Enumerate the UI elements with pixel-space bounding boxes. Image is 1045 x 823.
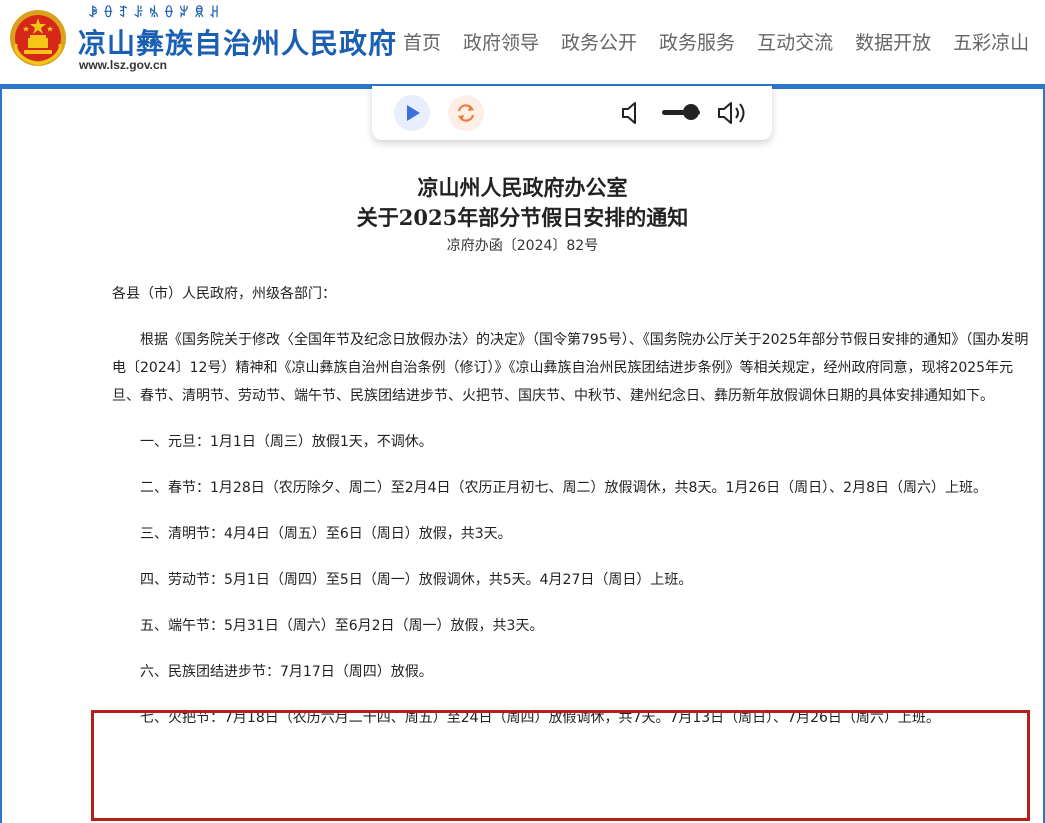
nav-item-government-affairs-public[interactable]: 政务公开	[561, 28, 637, 55]
national-emblem-icon[interactable]	[8, 8, 68, 68]
site-url: www.lsz.gov.cn	[79, 58, 168, 72]
document-body: 各县（市）人民政府，州级各部门： 根据《国务院关于修改〈全国年节及纪念日放假办法…	[112, 280, 1032, 750]
nav-item-home[interactable]: 首页	[403, 28, 441, 55]
paragraph-labor-day: 四、劳动节：5月1日（周四）至5日（周一）放假调休，共5天。4月27日（周日）上…	[140, 572, 693, 588]
highlight-annotation-box	[91, 710, 1030, 821]
audio-player	[372, 86, 772, 140]
reload-button[interactable]	[448, 95, 484, 131]
play-button[interactable]	[394, 95, 430, 131]
nav-item-government-leaders[interactable]: 政府领导	[463, 28, 539, 55]
paragraph-qingming: 三、清明节：4月4日（周五）至6日（周日）放假，共3天。	[140, 526, 512, 542]
document-title-line2: 关于2025年部分节假日安排的通知	[356, 205, 689, 230]
paragraph-intro: 根据《国务院关于修改〈全国年节及纪念日放假办法〉的决定》（国令第795号）、《国…	[112, 332, 1029, 404]
document-number: 凉府办函〔2024〕82号	[446, 238, 599, 254]
volume-high-icon[interactable]	[716, 98, 750, 128]
play-icon	[407, 105, 420, 121]
main-nav: 首页 政府领导 政务公开 政务服务 互动交流 数据开放 五彩凉山	[392, 28, 1040, 55]
volume-low-icon[interactable]	[620, 100, 644, 126]
salutation: 各县（市）人民政府，州级各部门：	[112, 286, 336, 302]
yi-script-title: ꆃꂷꆈꌠꁱꂷꏃꌋꃅ	[88, 6, 225, 21]
nav-item-open-data[interactable]: 数据开放	[855, 28, 931, 55]
site-title[interactable]: 凉山彝族自治州人民政府	[78, 22, 397, 62]
document-title-line1: 凉山州人民政府办公室	[417, 175, 628, 200]
site-header: ꆃꂷꆈꌠꁱꂷꏃꌋꃅ 凉山彝族自治州人民政府 www.lsz.gov.cn 首页 …	[0, 0, 1045, 84]
paragraph-dragon-boat: 五、端午节：5月31日（周六）至6月2日（周一）放假，共3天。	[140, 618, 544, 634]
nav-item-government-services[interactable]: 政务服务	[659, 28, 735, 55]
nav-item-colorful-liangshan[interactable]: 五彩凉山	[953, 28, 1029, 55]
nav-item-interaction[interactable]: 互动交流	[757, 28, 833, 55]
reload-icon	[457, 104, 475, 122]
paragraph-new-year: 一、元旦：1月1日（周三）放假1天，不调休。	[140, 434, 433, 450]
volume-slider-handle[interactable]	[682, 104, 699, 120]
paragraph-ethnic-unity: 六、民族团结进步节：7月17日（周四）放假。	[140, 664, 433, 680]
paragraph-spring-festival: 二、春节：1月28日（农历除夕、周二）至2月4日（农历正月初七、周二）放假调休，…	[140, 480, 987, 496]
